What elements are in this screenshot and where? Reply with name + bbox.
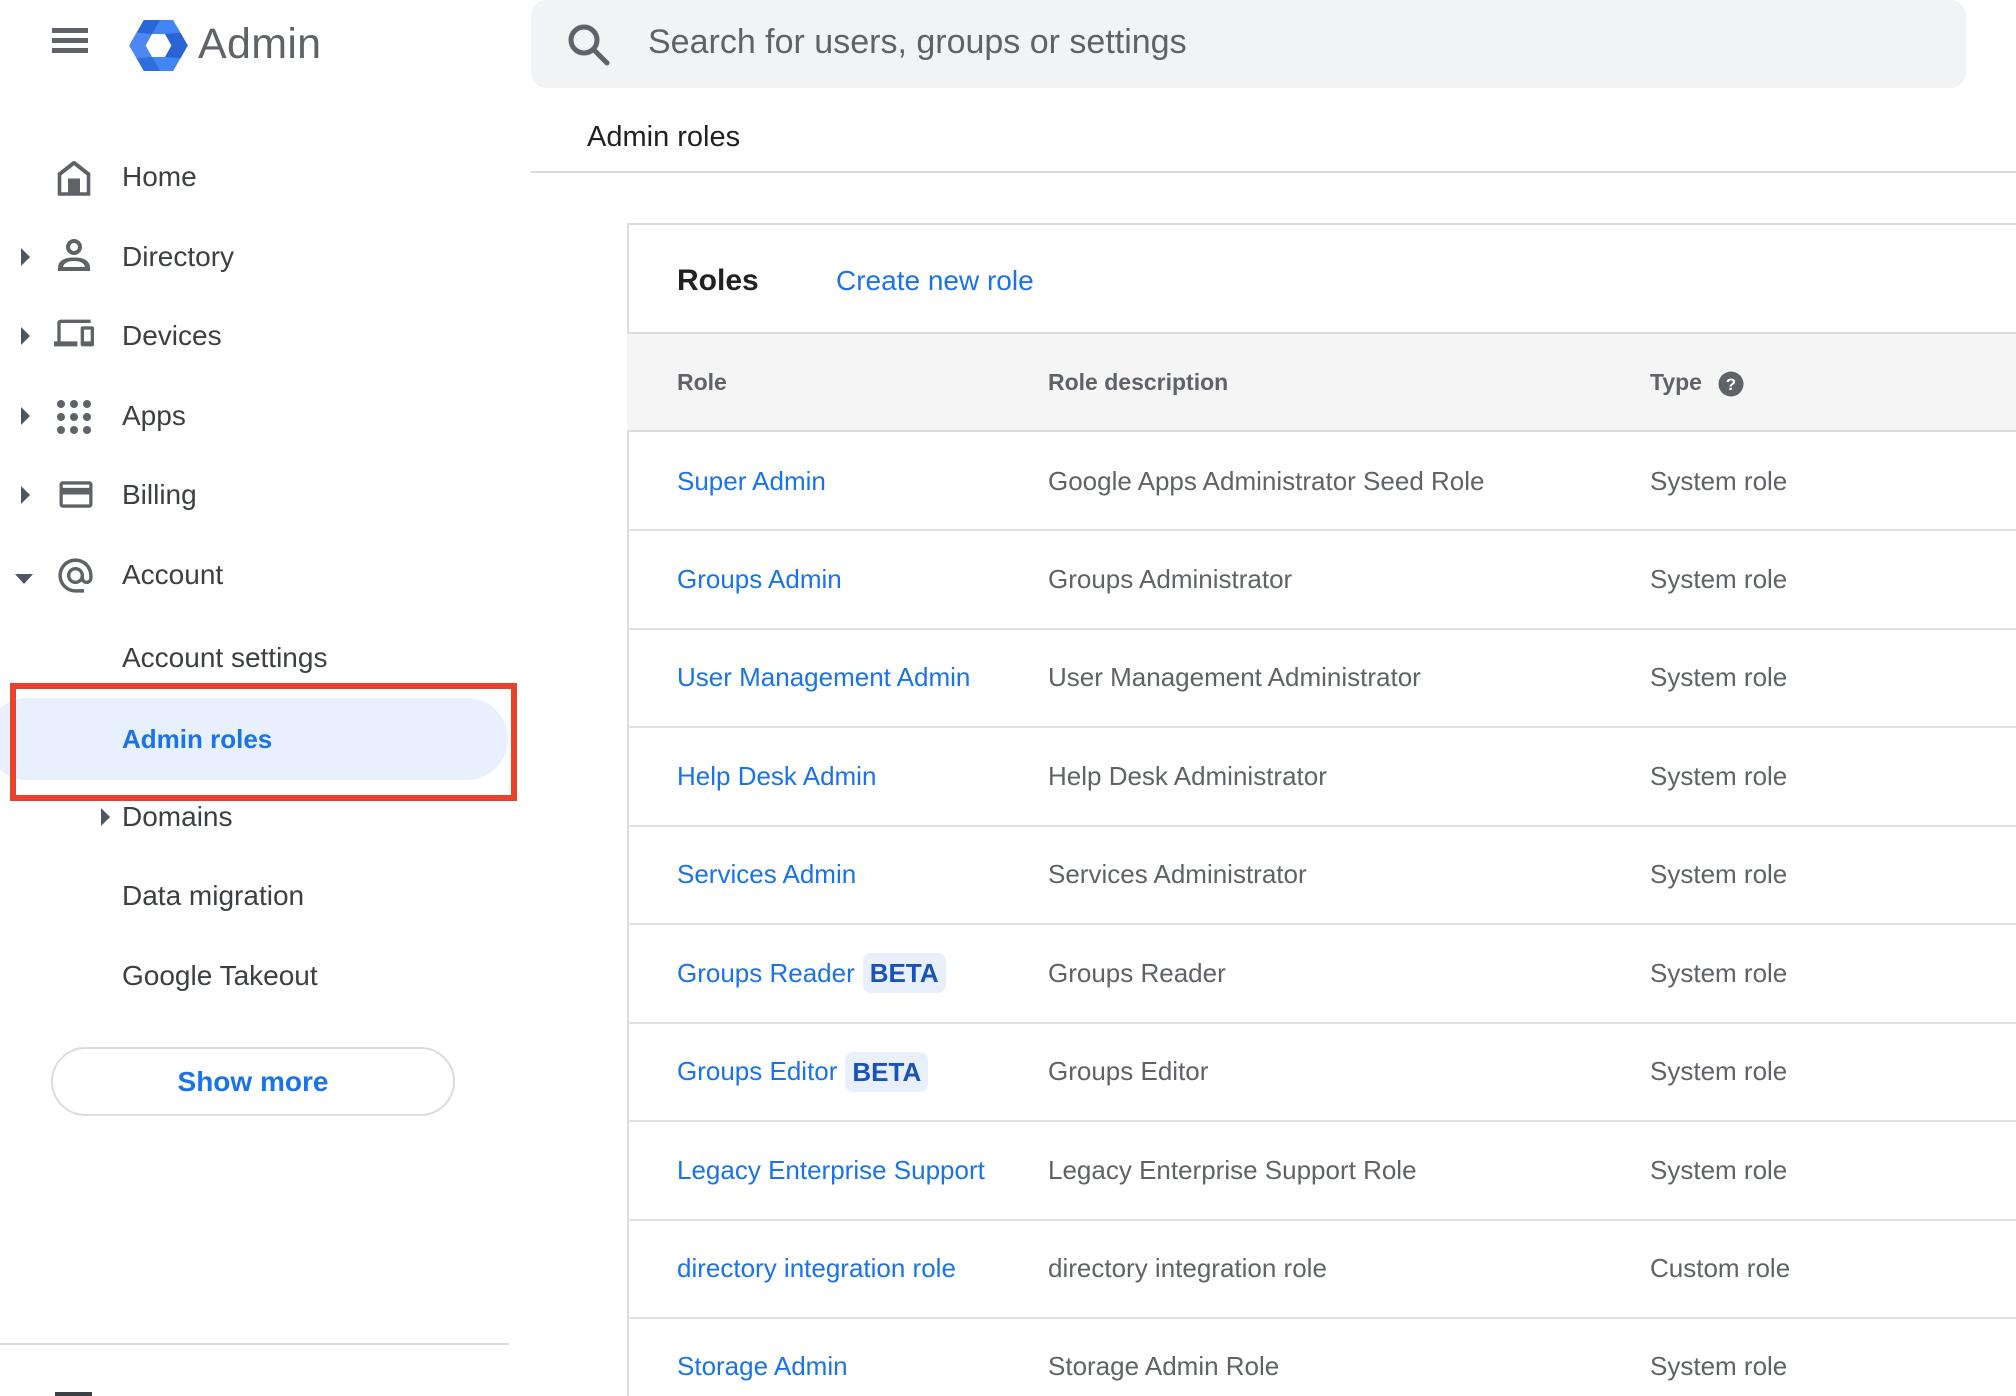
svg-text:?: ? [1726, 375, 1736, 394]
